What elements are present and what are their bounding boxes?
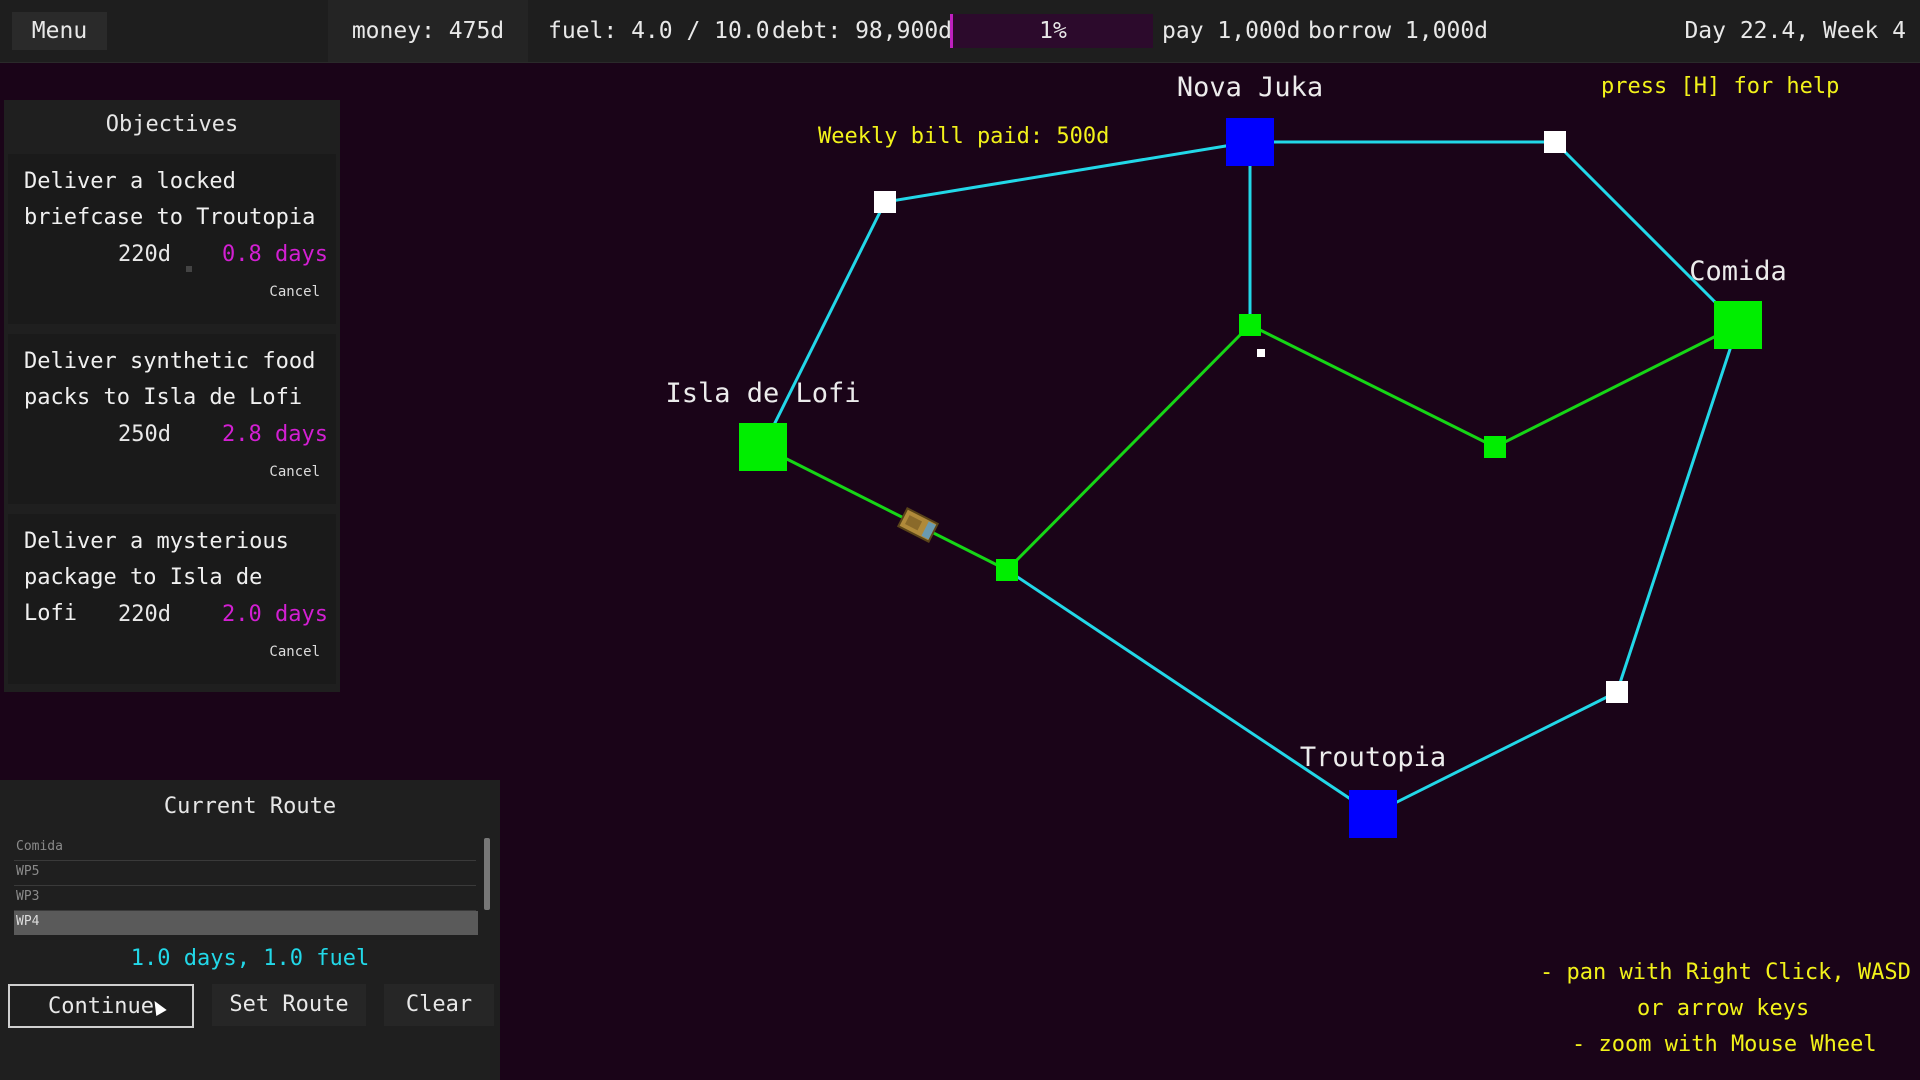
route-edge [884,140,1251,204]
route-edge-active [762,445,1008,572]
objective-pay: 220d [118,242,171,267]
controls-hint-line-1: - pan with Right Click, WASD [1540,960,1911,985]
menu-button[interactable]: Menu [12,12,107,50]
route-title: Current Route [163,794,337,819]
debt-display: debt: 98,900d [772,18,953,44]
route-edge [1615,324,1740,693]
route-cost-summary: 1.0 days, 1.0 fuel [130,946,370,971]
objective-cancel-button[interactable]: Cancel [269,644,320,660]
debt-percent: 1% [1039,18,1067,44]
objective-item: Deliver synthetic food packs to Isla de … [8,334,336,504]
city-node-isla-de-lofi [739,423,787,471]
objective-item: Deliver a locked briefcase to Troutopia … [8,154,336,324]
objectives-panel: Objectives Deliver a locked briefcase to… [4,100,340,692]
fuel-display: fuel: 4.0 / 10.0 [548,18,770,44]
route-edge [1006,568,1374,816]
objective-deadline: 2.8 days [222,422,328,447]
objective-deadline: 2.0 days [222,602,328,627]
objective-item: Deliver a mysterious package to Isla de … [8,514,336,684]
route-list-item[interactable]: WP5 [14,861,476,886]
waypoint-node [1606,681,1628,703]
city-label-comida: Comida [1689,256,1787,287]
route-list-scrollbar[interactable] [484,838,490,910]
waypoint-node [874,191,896,213]
current-route-panel: Current Route Comida WP5 WP3 WP4 1.0 day… [0,780,500,1080]
clear-route-button[interactable]: Clear [384,984,494,1026]
waypoint-node-active [1239,314,1261,336]
route-list-item[interactable]: Comida [14,836,476,861]
controls-hint-line-3: - zoom with Mouse Wheel [1572,1032,1877,1057]
notification-text: Weekly bill paid: 500d [818,124,1110,149]
city-label-troutopia: Troutopia [1299,742,1447,773]
route-edge-active [1494,323,1739,449]
route-edge-active [1005,323,1252,572]
waypoint-node-active [1484,436,1506,458]
city-node-nova-juka [1226,118,1274,166]
top-bar: Menu money: 475d fuel: 4.0 / 10.0 debt: … [0,0,1920,63]
objective-description: Deliver synthetic food packs to Isla de … [24,349,316,410]
waypoint-node [1544,131,1566,153]
controls-hint-line-2: or arrow keys [1637,996,1810,1021]
route-list-item-selected[interactable]: WP4 [14,911,478,935]
marker-dot [1257,349,1265,357]
city-label-nova-juka: Nova Juka [1176,72,1324,103]
day-week-display: Day 22.4, Week 4 [1684,18,1906,44]
objective-cancel-button[interactable]: Cancel [269,464,320,480]
set-route-button[interactable]: Set Route [212,984,366,1026]
debt-progress-bar: 1% [950,14,1153,48]
help-hint: press [H] for help [1601,74,1840,99]
objective-cancel-button[interactable]: Cancel [269,284,320,300]
objective-deadline: 0.8 days [222,242,328,267]
city-node-comida [1714,301,1762,349]
city-node-troutopia [1349,790,1397,838]
route-list[interactable]: Comida WP5 WP3 WP4 [14,836,478,935]
objectives-title: Objectives [105,112,239,137]
divider-dot [186,266,192,272]
route-edge [1553,140,1740,327]
objective-pay: 250d [118,422,171,447]
continue-button[interactable]: Continue [8,984,194,1028]
borrow-button[interactable]: borrow 1,000d [1308,0,1488,62]
objective-pay: 220d [118,602,171,627]
objective-description: Deliver a locked briefcase to Troutopia [24,169,316,230]
route-edge-active [1249,323,1496,449]
city-label-isla-de-lofi: Isla de Lofi [665,378,861,409]
waypoint-node-active [996,559,1018,581]
route-list-item[interactable]: WP3 [14,886,476,911]
truck-icon [896,507,940,543]
route-edge [761,201,887,448]
money-display: money: 475d [328,0,528,62]
pay-debt-button[interactable]: pay 1,000d [1162,0,1300,62]
